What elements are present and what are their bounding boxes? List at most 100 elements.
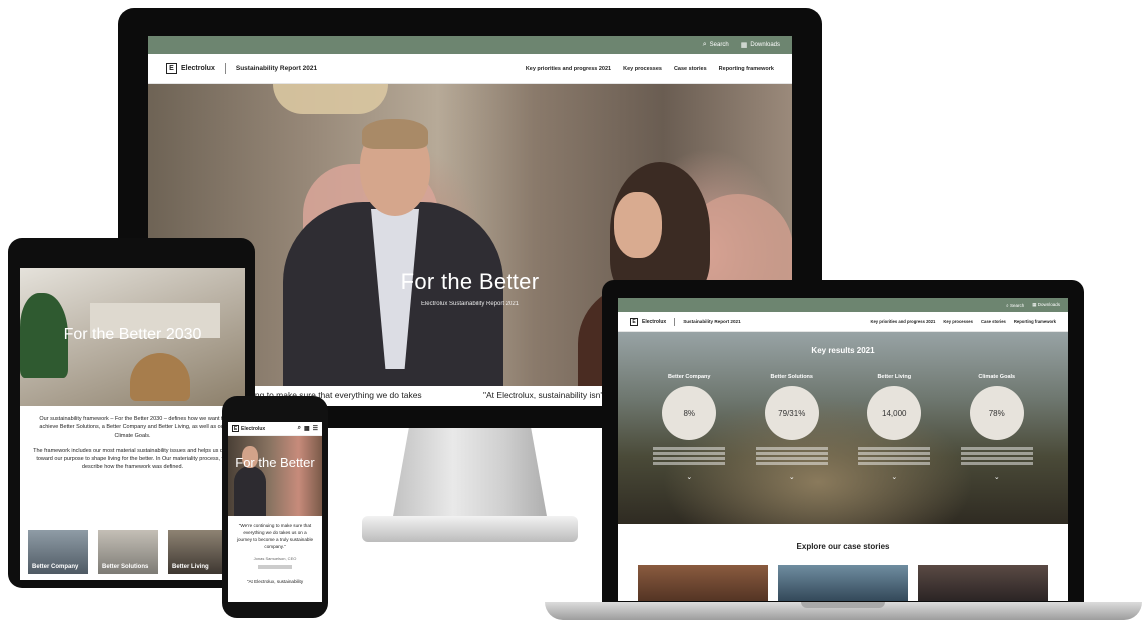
laptop-screen: ⌕ Search ▦ Downloads E Electrolux Sustai… (618, 298, 1068, 601)
stat-label: Better Living (877, 374, 912, 380)
brand-name: Electrolux (181, 65, 215, 72)
grid-icon: ▦ (1032, 302, 1037, 307)
person-shape (614, 192, 662, 258)
chevron-down-icon[interactable]: ⌄ (852, 473, 936, 481)
chevron-down-icon[interactable]: ⌄ (750, 473, 834, 481)
chevron-down-icon[interactable]: ⌄ (647, 473, 731, 481)
laptop-nav-links: Key priorities and progress 2021 Key pro… (870, 319, 1056, 324)
key-results-title: Key results 2021 (811, 346, 875, 355)
case-story-card[interactable] (918, 565, 1048, 601)
downloads-link[interactable]: ▦ Downloads (1032, 302, 1060, 308)
brand-logo[interactable]: E Electrolux Sustainability Report 2021 (166, 63, 317, 74)
stat-climate-goals: Climate Goals 78% ⌄ (955, 374, 1039, 481)
report-name: Sustainability Report 2021 (235, 65, 318, 72)
logo-divider (224, 63, 226, 74)
quote-right: "At Electrolux, sustainability isn't on (483, 390, 617, 400)
chevron-down-icon[interactable]: ⌄ (955, 473, 1039, 481)
desktop-navbar: E Electrolux Sustainability Report 2021 … (148, 54, 792, 84)
stat-better-solutions: Better Solutions 79/31% ⌄ (750, 374, 834, 481)
laptop-device: ⌕ Search ▦ Downloads E Electrolux Sustai… (602, 280, 1084, 605)
key-results-stats: Better Company 8% ⌄ Better Solutions 79/… (618, 374, 1068, 481)
tablet-hero-title: For the Better 2030 (63, 326, 202, 343)
nav-key-priorities[interactable]: Key priorities and progress 2021 (526, 66, 611, 72)
stat-value-circle: 8% (662, 386, 717, 440)
nav-case-stories[interactable]: Case stories (981, 319, 1006, 324)
stat-better-company: Better Company 8% ⌄ (647, 374, 731, 481)
tablet-hero-image: For the Better 2030 (20, 268, 245, 406)
laptop-notch (801, 602, 885, 608)
downloads-label: Downloads (750, 42, 780, 48)
person-shape (362, 119, 428, 149)
tablet-card-row: Better Company Better Solutions Better L… (28, 530, 245, 574)
case-story-cards (618, 565, 1068, 601)
stat-label: Better Solutions (770, 374, 813, 380)
electrolux-logo-icon: E (232, 425, 239, 432)
laptop-navbar: E Electrolux Sustainability Report 2021 … (618, 312, 1068, 332)
monitor-stand (391, 428, 549, 523)
lamp-shape (273, 84, 388, 114)
stat-description (750, 447, 834, 471)
stat-label: Better Company (668, 374, 711, 380)
card-better-company[interactable]: Better Company (28, 530, 88, 574)
stat-better-living: Better Living 14,000 ⌄ (852, 374, 936, 481)
search-label: Search (709, 42, 729, 48)
report-name: Sustainability Report 2021 (683, 319, 741, 324)
card-label: Better Solutions (102, 564, 149, 570)
logo-divider (674, 317, 676, 326)
stat-value-circle: 78% (969, 386, 1024, 440)
search-link[interactable]: ⌕ Search (703, 41, 729, 49)
grid-icon[interactable]: ▦ (304, 425, 310, 432)
search-icon: ⌕ (1006, 302, 1009, 308)
nav-key-processes[interactable]: Key processes (943, 319, 973, 324)
desktop-nav-links: Key priorities and progress 2021 Key pro… (526, 66, 774, 72)
downloads-label: Downloads (1037, 302, 1060, 307)
menu-icon[interactable]: ☰ (313, 425, 318, 432)
search-icon[interactable]: ⌕ (298, 425, 301, 432)
electrolux-logo-icon: E (166, 63, 177, 74)
phone-hero-title: For the Better (235, 455, 315, 470)
downloads-link[interactable]: ▦ Downloads (741, 41, 780, 49)
nav-key-processes[interactable]: Key processes (623, 66, 662, 72)
stat-value-circle: 79/31% (764, 386, 819, 440)
key-results-section: Key results 2021 Better Company 8% ⌄ Bet… (618, 332, 1068, 524)
phone-divider (258, 565, 292, 570)
search-icon: ⌕ (702, 41, 707, 48)
stat-description (955, 447, 1039, 471)
phone-device: E Electrolux ⌕ ▦ ☰ For the Better "We're… (222, 396, 328, 618)
stat-description (647, 447, 731, 471)
card-better-solutions[interactable]: Better Solutions (98, 530, 158, 574)
monitor-stand-base (362, 516, 578, 542)
nav-case-stories[interactable]: Case stories (674, 66, 707, 72)
card-label: Better Living (172, 564, 209, 570)
stat-label: Climate Goals (978, 374, 1016, 380)
phone-nav-icons: ⌕ ▦ ☰ (298, 425, 318, 432)
electrolux-logo-icon: E (630, 317, 638, 326)
nav-key-priorities[interactable]: Key priorities and progress 2021 (870, 319, 935, 324)
card-better-living[interactable]: Better Living (168, 530, 228, 574)
case-story-card[interactable] (778, 565, 908, 601)
explore-case-stories-title: Explore our case stories (796, 542, 890, 551)
phone-attribution: Jonas Samuelson, CEO (253, 556, 297, 562)
child-shape (130, 353, 190, 401)
brand-name[interactable]: Electrolux (241, 426, 265, 432)
person-shape (234, 466, 266, 516)
phone-screen: E Electrolux ⌕ ▦ ☰ For the Better "We're… (228, 422, 322, 602)
brand-name: Electrolux (642, 318, 667, 325)
tablet-device: For the Better 2030 Our sustainability f… (8, 238, 255, 588)
phone-hero-image: For the Better (228, 436, 322, 516)
card-label: Better Company (32, 564, 79, 570)
nav-reporting-framework[interactable]: Reporting framework (1014, 319, 1056, 324)
search-label: Search (1009, 302, 1025, 308)
brand-logo[interactable]: E Electrolux Sustainability Report 2021 (630, 317, 741, 326)
case-story-card[interactable] (638, 565, 768, 601)
phone-quote: "We're continuing to make sure that ever… (236, 523, 314, 550)
search-link[interactable]: ⌕ Search (1006, 303, 1024, 308)
phone-navbar: E Electrolux ⌕ ▦ ☰ (228, 422, 322, 436)
tablet-screen: For the Better 2030 Our sustainability f… (20, 268, 245, 580)
laptop-topbar: ⌕ Search ▦ Downloads (618, 298, 1068, 312)
nav-reporting-framework[interactable]: Reporting framework (719, 66, 774, 72)
stat-description (852, 447, 936, 471)
device-mockup-scene: ⌕ Search ▦ Downloads E Electrolux Sustaina… (0, 0, 1142, 623)
tablet-paragraph: The framework includes our most material… (33, 447, 232, 471)
grid-icon: ▦ (740, 42, 748, 49)
